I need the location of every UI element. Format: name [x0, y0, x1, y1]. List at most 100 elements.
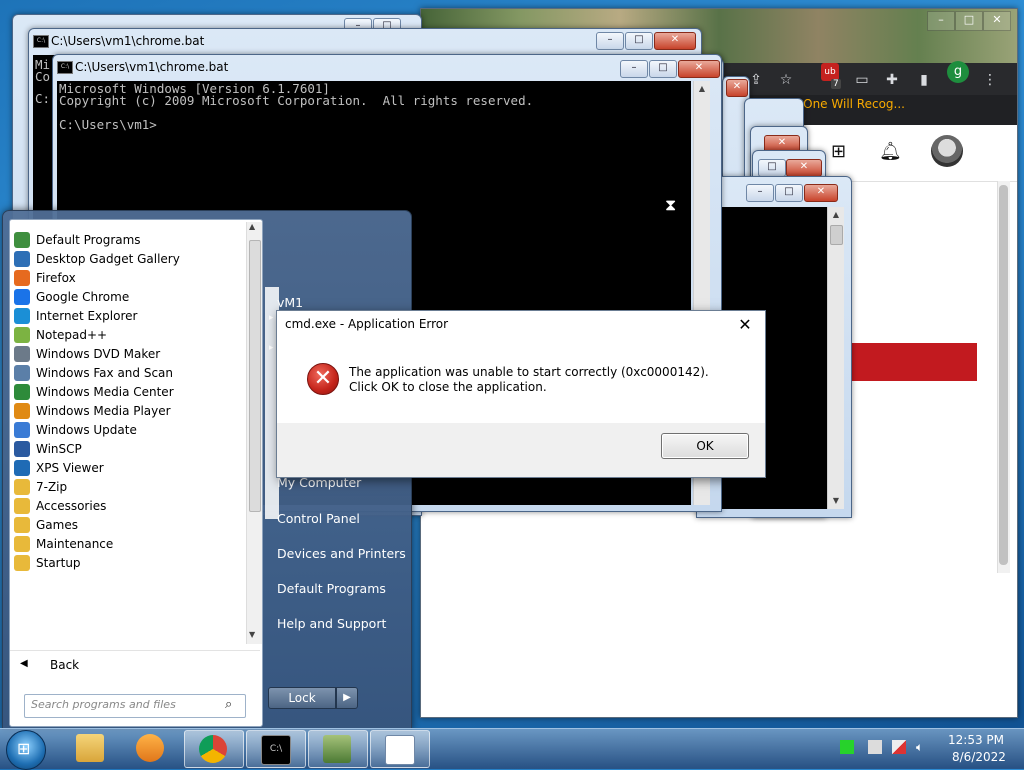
- program-item[interactable]: XPS Viewer: [14, 458, 242, 477]
- extensions-puzzle-icon[interactable]: ✚: [883, 71, 901, 89]
- minimize-button[interactable]: –: [620, 60, 648, 78]
- maximize-button[interactable]: □: [625, 32, 653, 50]
- clock-date[interactable]: 8/6/2022: [952, 750, 1006, 764]
- create-video-icon[interactable]: ⊞: [831, 141, 846, 162]
- red-banner: [851, 343, 977, 381]
- green-status-tray-icon[interactable]: [840, 740, 854, 754]
- browser-close-button[interactable]: ✕: [983, 11, 1011, 31]
- search-placeholder: Search programs and files: [31, 698, 176, 711]
- close-button[interactable]: ✕: [678, 60, 720, 78]
- flag-extension-icon[interactable]: ▭: [853, 71, 871, 89]
- taskbar-chrome-button[interactable]: [184, 730, 244, 768]
- program-item[interactable]: Notepad++: [14, 325, 242, 344]
- program-label: Google Chrome: [36, 289, 130, 304]
- back-button[interactable]: ◀ Back: [10, 650, 260, 679]
- taskbar-explorer-button[interactable]: [62, 730, 120, 766]
- back-arrow-icon: ◀: [20, 658, 28, 669]
- close-button[interactable]: ✕: [804, 184, 838, 202]
- side-panel-icon[interactable]: ▮: [915, 71, 933, 89]
- search-programs-field[interactable]: Search programs and files ⌕: [24, 694, 246, 718]
- bookmark-star-icon[interactable]: ☆: [777, 71, 795, 89]
- action-center-tray-icon[interactable]: [892, 740, 906, 754]
- internet-explorer-icon: [14, 307, 30, 324]
- minimize-button[interactable]: –: [746, 184, 774, 202]
- program-item[interactable]: Windows Update: [14, 420, 242, 439]
- program-item[interactable]: Windows Fax and Scan: [14, 363, 242, 382]
- network-tray-icon[interactable]: [868, 740, 882, 754]
- maximize-button[interactable]: □: [775, 184, 803, 202]
- program-item[interactable]: WinSCP: [14, 439, 242, 458]
- submenu-arrow-icon[interactable]: ▸: [269, 343, 274, 353]
- program-label: Windows Media Player: [36, 403, 171, 418]
- browser-scrollbar-thumb[interactable]: [999, 185, 1008, 565]
- close-button[interactable]: ✕: [786, 159, 822, 177]
- program-label: Default Programs: [36, 232, 141, 247]
- scroll-down-arrow-icon[interactable]: ▼: [828, 493, 844, 509]
- media-player-icon: [136, 734, 164, 762]
- minimize-button[interactable]: –: [596, 32, 624, 50]
- dvd-maker-icon: [14, 345, 30, 362]
- clock-time[interactable]: 12:53 PM: [948, 733, 1004, 747]
- notifications-bell-icon[interactable]: 🔔︎: [879, 141, 902, 162]
- taskbar-media-player-button[interactable]: [122, 730, 180, 766]
- close-button[interactable]: ✕: [726, 79, 748, 97]
- program-item[interactable]: 7-Zip: [14, 477, 242, 496]
- maximize-button[interactable]: □: [758, 159, 786, 177]
- devices-and-printers-link[interactable]: Devices and Printers: [277, 546, 406, 561]
- submenu-arrow-icon[interactable]: ▸: [269, 313, 274, 323]
- chrome-menu-icon[interactable]: ⋮: [981, 71, 999, 89]
- profile-avatar-button[interactable]: g: [947, 61, 969, 83]
- program-item[interactable]: Maintenance: [14, 534, 242, 553]
- programs-scrollbar[interactable]: ▲ ▼: [246, 222, 262, 644]
- error-icon: ✕: [307, 363, 339, 395]
- close-button[interactable]: ✕: [654, 32, 696, 50]
- dialog-close-icon[interactable]: ✕: [735, 316, 755, 334]
- default-programs-icon: [14, 231, 30, 248]
- taskbar-remote-button[interactable]: [308, 730, 368, 768]
- window-title: C:\Users\vm1\chrome.bat: [75, 60, 229, 74]
- program-item[interactable]: Google Chrome: [14, 287, 242, 306]
- program-label: Notepad++: [36, 327, 108, 342]
- account-avatar[interactable]: [931, 135, 963, 167]
- scroll-up-arrow-icon[interactable]: ▲: [249, 222, 255, 231]
- shutdown-options-arrow-icon[interactable]: ▶: [336, 687, 358, 709]
- taskbar-window-button[interactable]: [370, 730, 430, 768]
- program-item[interactable]: Default Programs: [14, 230, 242, 249]
- scroll-up-arrow-icon[interactable]: ▲: [694, 81, 710, 97]
- program-label: 7-Zip: [36, 479, 68, 494]
- program-item[interactable]: Accessories: [14, 496, 242, 515]
- program-item[interactable]: Windows DVD Maker: [14, 344, 242, 363]
- scrollbar-thumb[interactable]: [830, 225, 843, 245]
- taskbar-cmd-button[interactable]: C:\: [246, 730, 306, 768]
- scroll-up-arrow-icon[interactable]: ▲: [828, 207, 844, 223]
- program-item[interactable]: Windows Media Center: [14, 382, 242, 401]
- program-item[interactable]: Desktop Gadget Gallery: [14, 249, 242, 268]
- lock-button[interactable]: Lock: [268, 687, 336, 709]
- all-programs-list[interactable]: Default Programs Desktop Gadget Gallery Fi…: [9, 219, 263, 727]
- programs-scrollbar-thumb[interactable]: [249, 240, 261, 512]
- program-item[interactable]: Windows Media Player: [14, 401, 242, 420]
- program-item[interactable]: Firefox: [14, 268, 242, 287]
- default-programs-link[interactable]: Default Programs: [277, 581, 386, 596]
- ok-button[interactable]: OK: [661, 433, 749, 459]
- search-icon[interactable]: ⌕: [225, 697, 232, 712]
- media-player-icon: [14, 402, 30, 419]
- browser-maximize-button[interactable]: □: [955, 11, 983, 31]
- console-scrollbar[interactable]: ▲ ▼: [827, 207, 844, 509]
- scroll-down-arrow-icon[interactable]: ▼: [249, 630, 255, 639]
- program-item[interactable]: Startup: [14, 553, 242, 572]
- volume-tray-icon[interactable]: 🔈︎: [916, 740, 930, 754]
- folder-icon: [14, 554, 30, 571]
- help-and-support-link[interactable]: Help and Support: [277, 616, 386, 631]
- control-panel-link[interactable]: Control Panel: [277, 511, 360, 526]
- application-error-dialog[interactable]: cmd.exe - Application Error ✕ ✕ The appl…: [276, 310, 766, 478]
- browser-minimize-button[interactable]: –: [927, 11, 955, 31]
- program-item[interactable]: Internet Explorer: [14, 306, 242, 325]
- start-button[interactable]: ⊞: [6, 730, 46, 770]
- maximize-button[interactable]: □: [649, 60, 677, 78]
- user-folder-link[interactable]: vM1: [277, 295, 303, 310]
- extension-badge-count: 7: [831, 79, 841, 89]
- browser-scrollbar[interactable]: [997, 181, 1010, 573]
- program-item[interactable]: Games: [14, 515, 242, 534]
- gadget-icon: [14, 250, 30, 267]
